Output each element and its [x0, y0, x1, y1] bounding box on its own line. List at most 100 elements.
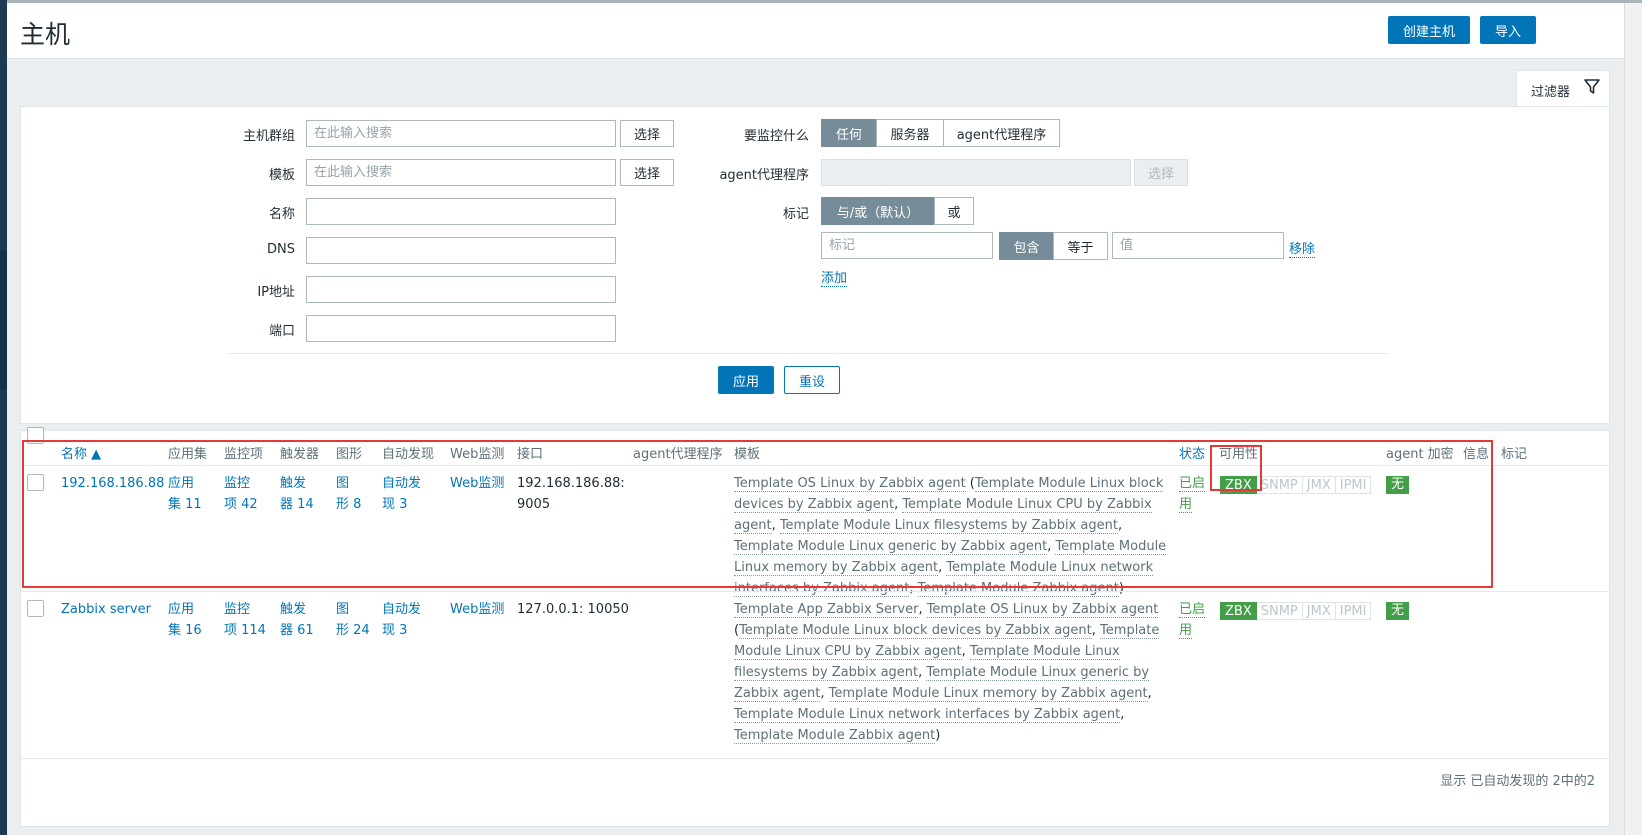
tag-value-input[interactable]: [1112, 232, 1284, 259]
page-title: 主机: [20, 20, 71, 49]
column-discovery: 自动发现: [382, 447, 435, 462]
templates-input[interactable]: [306, 159, 616, 186]
ip-input[interactable]: [306, 276, 616, 303]
snmp-availability-badge: SNMP: [1256, 602, 1303, 620]
triggers-link[interactable]: 触发器 61: [280, 599, 314, 641]
availability-indicators: ZBX SNMP JMX IPMI: [1220, 602, 1372, 620]
snmp-availability-badge: SNMP: [1256, 476, 1303, 494]
left-sidebar-edge: [0, 0, 7, 835]
status-line2: 用: [1179, 497, 1193, 513]
status-toggle[interactable]: 已启用: [1179, 473, 1211, 515]
create-host-button[interactable]: 创建主机: [1388, 16, 1470, 44]
column-templates: 模板: [734, 447, 761, 462]
column-status-sort[interactable]: 状态: [1179, 443, 1205, 462]
web-link[interactable]: Web监测: [450, 473, 504, 494]
graphs-line1: 图: [336, 602, 350, 617]
discovery-line1: 自动发: [382, 602, 422, 617]
dns-input[interactable]: [306, 237, 616, 264]
triggers-link[interactable]: 触发器 14: [280, 473, 314, 515]
template-link[interactable]: Template Module Linux filesystems by Zab…: [779, 518, 1118, 534]
encryption-badge: 无: [1386, 476, 1410, 494]
tags-and-or-option[interactable]: 与/或（默认）: [821, 197, 935, 225]
monitored-by-label: 要监控什么: [743, 129, 809, 144]
template-link[interactable]: Template Module Zabbix agent: [917, 581, 1119, 597]
proxy-label: agent代理程序: [719, 168, 809, 183]
items-link[interactable]: 监控项 42: [224, 473, 258, 515]
template-link[interactable]: Template Module Zabbix agent: [734, 728, 936, 744]
interface-line2: 9005: [517, 497, 551, 512]
host-groups-input[interactable]: [306, 120, 616, 147]
ip-label: IP地址: [257, 285, 295, 300]
tag-operator-contains[interactable]: 包含: [999, 232, 1054, 260]
reset-button[interactable]: 重设: [784, 366, 840, 394]
items-line2: 项 42: [224, 497, 258, 512]
row-checkbox[interactable]: [27, 600, 44, 617]
port-input[interactable]: [306, 315, 616, 342]
discovery-line1: 自动发: [382, 476, 422, 491]
status-toggle[interactable]: 已启用: [1179, 599, 1211, 641]
applications-link[interactable]: 应用集 11: [168, 473, 202, 515]
interface-line1: 192.168.186.88:: [517, 476, 625, 491]
filter-panel: 主机群组 选择 模板 选择 名称 DNS IP地址 端口 要监控什么 任何 服务…: [20, 106, 1610, 424]
items-link[interactable]: 监控项 114: [224, 599, 266, 641]
graphs-line2: 形 8: [336, 497, 362, 512]
name-input[interactable]: [306, 198, 616, 225]
select-all-checkbox[interactable]: [27, 427, 44, 444]
monitored-by-proxy[interactable]: agent代理程序: [943, 119, 1060, 147]
availability-indicators: ZBX SNMP JMX IPMI: [1220, 476, 1372, 494]
templates-label: 模板: [268, 168, 295, 183]
table-footer-count: 显示 已自动发现的 2中的2: [1440, 774, 1595, 789]
zbx-availability-badge: ZBX: [1220, 602, 1257, 620]
templates-list: Template App Zabbix Server, Template OS …: [734, 602, 1160, 744]
discovery-link[interactable]: 自动发现 3: [382, 599, 421, 641]
applications-link[interactable]: 应用集 16: [168, 599, 202, 641]
import-button[interactable]: 导入: [1480, 16, 1536, 44]
column-applications: 应用集: [168, 447, 208, 462]
row-checkbox[interactable]: [27, 474, 44, 491]
discovery-link[interactable]: 自动发现 3: [382, 473, 421, 515]
filter-tab[interactable]: 过滤器: [1516, 70, 1610, 108]
page-scrollbar[interactable]: [1624, 3, 1642, 835]
jmx-availability-badge: JMX: [1302, 602, 1336, 620]
template-link[interactable]: Template Module Linux network interfaces…: [734, 707, 1121, 723]
template-link[interactable]: Template Module Linux generic by Zabbix …: [734, 539, 1048, 555]
template-link[interactable]: Template OS Linux by Zabbix agent: [926, 602, 1159, 618]
host-groups-select-button[interactable]: 选择: [620, 120, 674, 147]
graphs-link[interactable]: 图形 8: [336, 473, 361, 515]
monitored-by-any[interactable]: 任何: [821, 119, 877, 147]
monitored-by-server[interactable]: 服务器: [876, 119, 944, 147]
encryption-badge: 无: [1386, 602, 1410, 620]
tags-or-option[interactable]: 或: [934, 197, 974, 225]
column-triggers: 触发器: [280, 447, 320, 462]
template-link[interactable]: Template Module Linux block devices by Z…: [739, 623, 1092, 639]
column-proxy: agent代理程序: [633, 447, 723, 462]
tag-name-input[interactable]: [821, 232, 993, 259]
filter-icon: [1584, 79, 1600, 94]
graphs-line2: 形 24: [336, 623, 370, 638]
tag-remove-link[interactable]: 移除: [1289, 238, 1316, 258]
column-tags: 标记: [1501, 447, 1528, 462]
apply-button[interactable]: 应用: [718, 366, 774, 394]
proxy-input-disabled: [821, 159, 1131, 186]
triggers-line1: 触发: [280, 602, 307, 617]
discovery-line2: 现 3: [382, 623, 408, 638]
graphs-link[interactable]: 图形 24: [336, 599, 370, 641]
tag-operator-equals[interactable]: 等于: [1053, 232, 1108, 260]
template-link[interactable]: Template Module Linux memory by Zabbix a…: [828, 686, 1148, 702]
tag-add-link[interactable]: 添加: [821, 267, 848, 287]
column-name-sort[interactable]: 名称 ▲: [61, 443, 101, 462]
jmx-availability-badge: JMX: [1302, 476, 1336, 494]
tags-label: 标记: [782, 207, 809, 222]
web-link[interactable]: Web监测: [450, 599, 504, 620]
graphs-line1: 图: [336, 476, 350, 491]
column-items: 监控项: [224, 447, 264, 462]
template-link[interactable]: Template OS Linux by Zabbix agent: [734, 476, 966, 492]
host-name-link[interactable]: 192.168.186.88: [61, 473, 164, 494]
host-name-link[interactable]: Zabbix server: [61, 599, 151, 620]
page-header: 主机 创建主机 导入: [7, 3, 1624, 59]
items-line1: 监控: [224, 602, 251, 617]
templates-select-button[interactable]: 选择: [620, 159, 674, 186]
proxy-select-button: 选择: [1134, 159, 1188, 186]
template-link[interactable]: Template App Zabbix Server: [734, 602, 919, 618]
column-web: Web监测: [450, 447, 505, 462]
